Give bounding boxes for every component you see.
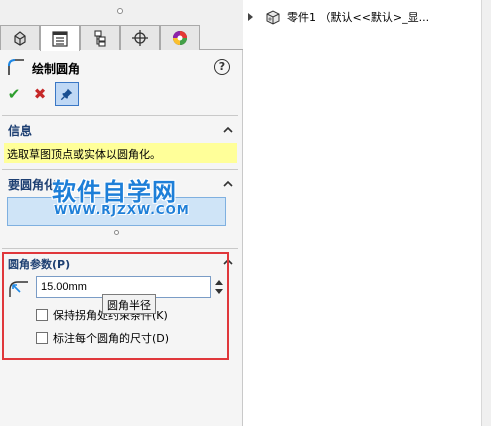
top-splitter[interactable] <box>0 0 243 22</box>
tab-feature-manager[interactable] <box>0 25 40 50</box>
cancel-button[interactable]: ✖ <box>28 82 52 106</box>
highlight-frame <box>2 252 229 360</box>
property-manager-icon <box>52 30 68 47</box>
feature-tree-panel: 零件1 （默认<<默认>_显... <box>244 0 491 426</box>
watermark-title: 软件自学网 <box>52 178 177 206</box>
info-message: 选取草图顶点或实体以圆角化。 <box>4 143 237 163</box>
watermark-url: WWW.RJZXW.COM <box>54 203 190 217</box>
tab-dimxpert-manager[interactable] <box>120 25 160 50</box>
divider <box>2 115 238 116</box>
manager-tabs <box>0 22 243 51</box>
property-manager-panel: 绘制圆角 ? ✔ ✖ 信息 选取草图顶点或实体以圆角化。 要圆角化 软件自学网 … <box>0 0 243 426</box>
expand-arrow-icon[interactable] <box>248 13 253 21</box>
divider <box>2 248 238 249</box>
check-icon: ✔ <box>7 85 21 103</box>
page-title: 绘制圆角 <box>32 62 81 76</box>
sketch-fillet-icon <box>8 59 24 75</box>
splitter-handle-icon[interactable] <box>117 8 123 14</box>
help-icon[interactable]: ? <box>214 59 230 75</box>
chevron-up-icon[interactable] <box>222 124 234 136</box>
tree-item-label: 零件1 （默认<<默认>_显... <box>287 11 430 24</box>
resize-handle-icon[interactable] <box>114 230 119 235</box>
action-buttons: ✔ ✖ <box>0 82 243 108</box>
display-manager-icon <box>173 31 187 45</box>
part-icon <box>266 10 280 25</box>
configuration-manager-icon <box>94 30 106 47</box>
tab-configuration-manager[interactable] <box>80 25 120 50</box>
divider <box>2 169 238 170</box>
dimxpert-manager-icon <box>132 30 148 46</box>
entities-group-title: 要圆角化 <box>8 178 57 192</box>
chevron-up-icon[interactable] <box>222 178 234 190</box>
tree-item-part[interactable]: 零件1 （默认<<默认>_显... <box>244 8 429 26</box>
close-icon: ✖ <box>33 85 47 103</box>
ok-button[interactable]: ✔ <box>2 82 26 106</box>
watermark: 软件自学网 WWW.RJZXW.COM <box>52 172 202 222</box>
graphics-area-edge <box>481 0 491 426</box>
pin-button[interactable] <box>55 82 79 106</box>
pin-icon <box>60 88 73 101</box>
feature-manager-icon <box>14 31 26 46</box>
property-manager-header: 绘制圆角 ? <box>0 55 243 79</box>
tab-display-manager[interactable] <box>160 25 200 50</box>
tab-property-manager[interactable] <box>40 25 80 51</box>
info-group-title: 信息 <box>8 124 33 138</box>
